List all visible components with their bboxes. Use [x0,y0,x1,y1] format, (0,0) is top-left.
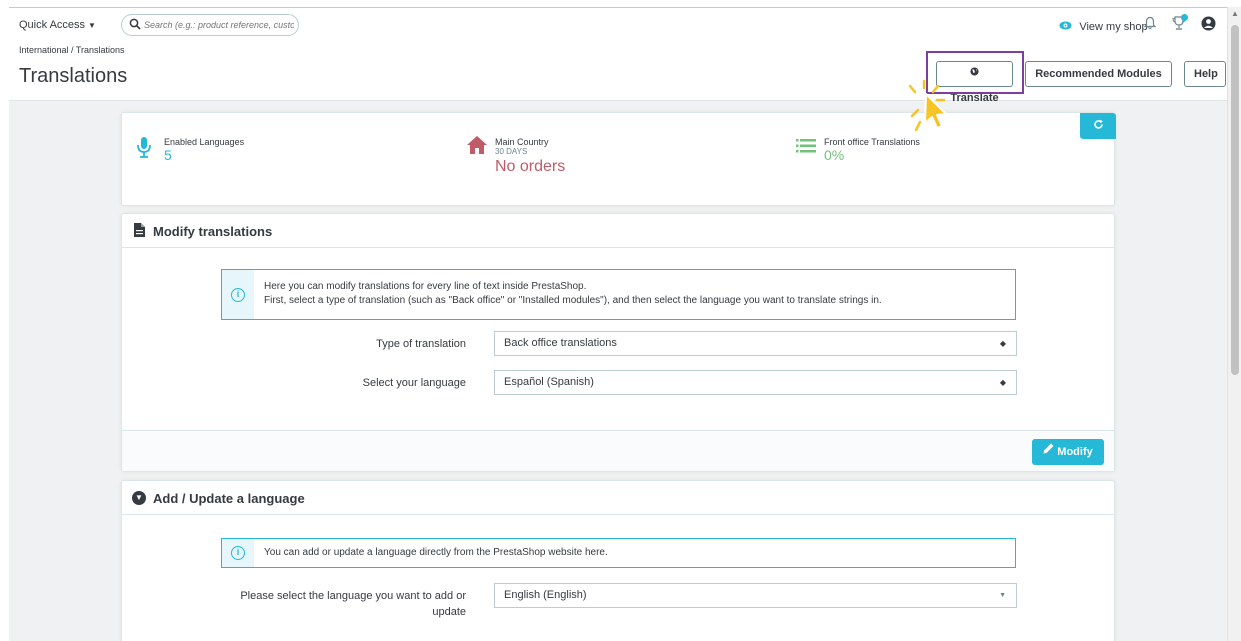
scrollbar[interactable]: ▲ [1227,7,1241,641]
panel-heading: Modify translations [122,214,1114,248]
kpi-value: 0% [824,147,845,163]
view-shop-link[interactable]: View my shop [1059,19,1148,33]
document-icon [134,223,145,240]
recommended-modules-label: Recommended Modules [1035,68,1162,80]
recommended-modules-button[interactable]: Recommended Modules [1025,61,1172,87]
quick-access-menu[interactable]: Quick Access ▼ [19,19,96,31]
user-icon[interactable] [1201,16,1216,34]
bell-icon[interactable] [1143,16,1157,33]
refresh-icon [1093,118,1104,133]
language-value: Español (Spanish) [504,376,594,388]
add-language-value: English (English) [504,589,587,601]
chevron-down-icon[interactable]: ▼ [132,491,146,505]
scrollbar-thumb[interactable] [1231,25,1239,375]
language-label: Select your language [362,377,466,389]
search-box[interactable] [121,14,299,36]
caret-down-icon: ▼ [999,592,1006,599]
kpi-sublabel: 30 DAYS [495,147,528,156]
add-language-label-line2: update [432,606,466,618]
search-icon [129,18,141,33]
info-alert: i Here you can modify translations for e… [221,269,1016,320]
view-shop-label: View my shop [1079,21,1148,33]
modify-button[interactable]: Modify [1032,439,1104,465]
top-bar: Quick Access▼ View my shop [9,7,1227,39]
breadcrumb[interactable]: International / Translations [19,45,125,55]
type-of-translation-label: Type of translation [376,338,466,350]
pencil-icon [1043,438,1054,464]
kpi-label: Front office Translations [824,137,920,147]
eye-icon [1059,19,1075,33]
panel-heading[interactable]: ▼ Add / Update a language [122,481,1114,515]
add-language-label-line1: Please select the language you want to a… [240,590,466,602]
modify-label: Modify [1057,446,1093,458]
add-language-select[interactable]: English (English) ▼ [494,583,1017,608]
alert-text-line2: First, select a type of translation (suc… [264,295,882,306]
list-icon [796,139,816,156]
type-of-translation-select[interactable]: Back office translations ◆ [494,331,1017,356]
help-label: Help [1194,68,1218,80]
home-icon [466,135,488,158]
quick-access-label: Quick Access [19,19,86,31]
panel-title: Modify translations [153,224,273,239]
caret-down-icon: ▼ [88,21,96,30]
page-header: International / Translations Translation… [9,39,1227,104]
page-title: Translations [19,65,128,87]
kpi-value: 5 [164,147,172,163]
panel-footer: Modify [122,430,1114,471]
kpi-value: No orders [495,158,566,175]
type-of-translation-value: Back office translations [504,337,617,349]
sort-arrows-icon: ◆ [999,378,1006,387]
add-language-label: Please select the language you want to a… [182,588,466,620]
refresh-button[interactable] [1080,113,1116,139]
info-icon: i [231,546,245,560]
kpi-label: Enabled Languages [164,137,245,147]
kpi-label: Main Country [495,137,549,147]
pointer-cursor-icon [898,78,950,138]
notification-badge [1181,14,1188,21]
info-alert: i You can add or update a language direc… [221,538,1016,568]
help-button[interactable]: Help [1184,61,1226,87]
kpi-row: Enabled Languages 5 Main Country 30 DAYS… [121,112,1116,206]
sort-arrows-icon: ◆ [999,339,1006,348]
panel-title: Add / Update a language [153,491,305,506]
alert-text: You can add or update a language directl… [264,547,608,558]
microphone-icon [136,137,152,162]
add-update-language-panel: ▼ Add / Update a language i You can add … [121,480,1115,641]
modify-translations-panel: Modify translations i Here you can modif… [121,213,1115,472]
scroll-up-icon[interactable]: ▲ [1231,9,1239,18]
search-input[interactable] [144,17,294,33]
info-icon: i [231,288,245,302]
alert-text-line1: Here you can modify translations for eve… [264,281,587,292]
language-select[interactable]: Español (Spanish) ◆ [494,370,1017,395]
